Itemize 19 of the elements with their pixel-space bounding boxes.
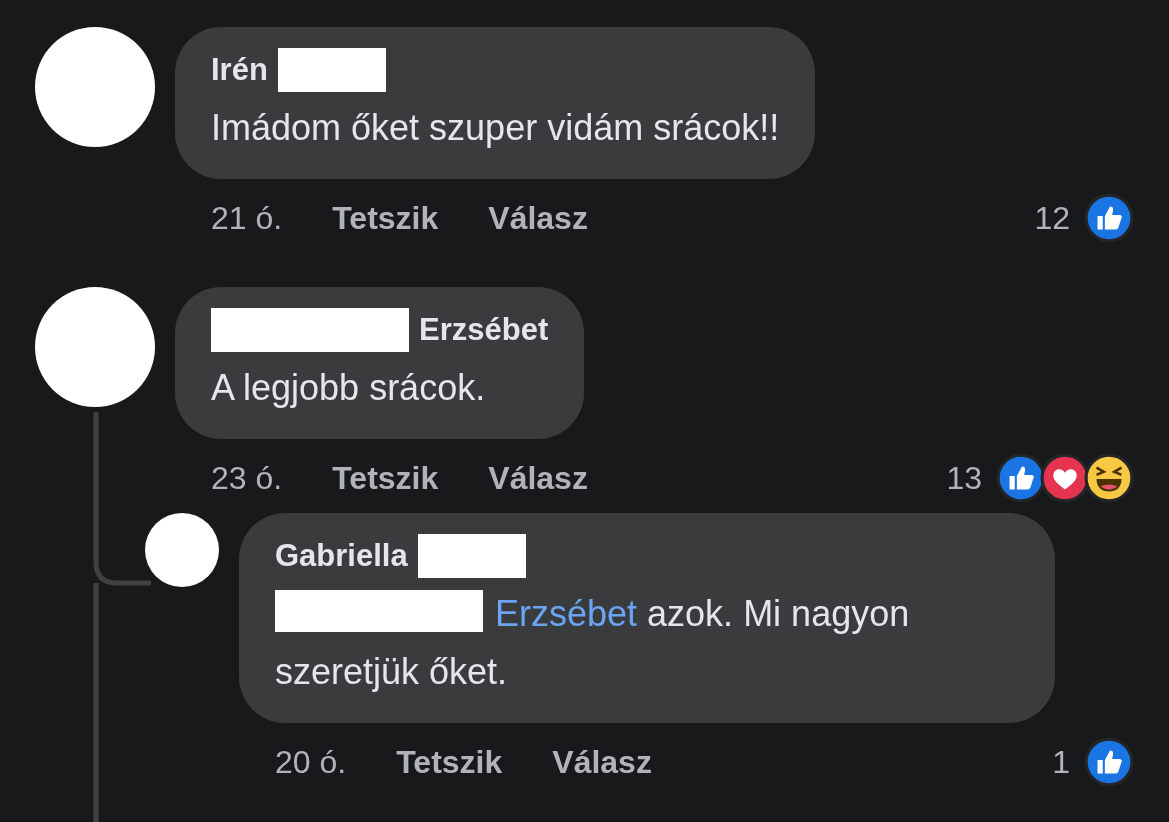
reaction-count[interactable]: 1 bbox=[1052, 743, 1070, 781]
author-name[interactable]: Erzsébet bbox=[419, 312, 549, 348]
reaction-count[interactable]: 13 bbox=[946, 459, 982, 497]
reply-button[interactable]: Válasz bbox=[488, 199, 588, 237]
like-button[interactable]: Tetszik bbox=[332, 459, 439, 497]
author-name[interactable]: Irén bbox=[211, 52, 268, 88]
reply-button[interactable]: Válasz bbox=[488, 459, 588, 497]
like-button[interactable]: Tetszik bbox=[332, 199, 439, 237]
mention-link[interactable]: Erzsébet bbox=[495, 593, 638, 634]
like-button[interactable]: Tetszik bbox=[396, 743, 503, 781]
author-name[interactable]: Gabriella bbox=[275, 538, 408, 574]
comment-text: Erzsébet azok. Mi nagyon szeretjük őket. bbox=[275, 585, 1015, 701]
timestamp[interactable]: 21 ó. bbox=[211, 199, 283, 237]
reaction-count[interactable]: 12 bbox=[1034, 199, 1070, 237]
comment-text: A legjobb srácok. bbox=[211, 366, 487, 410]
timestamp[interactable]: 20 ó. bbox=[275, 743, 347, 781]
reply-button[interactable]: Válasz bbox=[552, 743, 652, 781]
timestamp[interactable]: 23 ó. bbox=[211, 459, 283, 497]
comment-text: Imádom őket szuper vidám srácok!! bbox=[211, 106, 780, 150]
